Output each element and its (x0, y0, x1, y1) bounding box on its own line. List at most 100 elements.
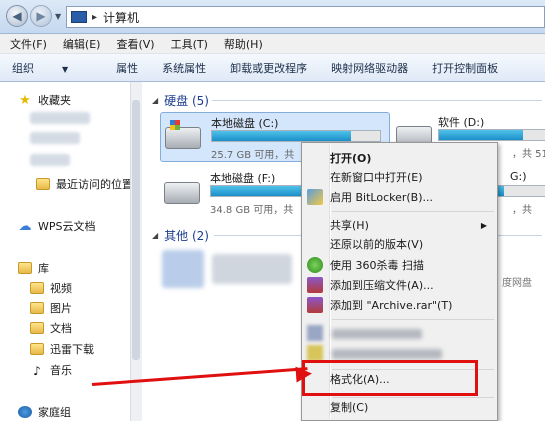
archive-icon (307, 277, 323, 293)
blurred-item (30, 154, 70, 166)
picture-folder-icon (30, 302, 44, 314)
drive-name: G:) (510, 170, 527, 183)
blurred-app-icon (307, 325, 323, 341)
library-icon (18, 262, 32, 274)
annotation-arrow-head (295, 365, 313, 383)
sidebar-item-homegroup[interactable]: 家庭组 (18, 404, 71, 420)
sidebar-label: 图片 (50, 302, 72, 315)
menu-item-open[interactable]: 打开(O) (330, 148, 495, 168)
drive-name: 本地磁盘 (F:) (210, 172, 276, 185)
menu-item-add-rar[interactable]: 添加到 "Archive.rar"(T) (330, 295, 495, 315)
open-control-panel-button[interactable]: 打开控制面板 (432, 60, 498, 76)
forward-arrow-icon: ▶ (36, 9, 46, 23)
command-bar: 组织 ▼ 属性 系统属性 卸载或更改程序 映射网络驱动器 打开控制面板 (0, 54, 545, 82)
homegroup-icon (18, 406, 32, 418)
menu-item-add-zip[interactable]: 添加到压缩文件(A)... (330, 275, 495, 295)
netdisk-label[interactable]: 度网盘 (502, 274, 532, 289)
blurred-item (30, 112, 90, 124)
blurred-menu-item[interactable] (332, 349, 442, 359)
menu-label: 共享(H) (330, 219, 369, 232)
address-bar[interactable]: ▸ 计算机 (66, 6, 545, 28)
title-bar: ◀ ▶ ▼ ▸ 计算机 (0, 0, 545, 34)
menu-bar: 文件(F) 编辑(E) 查看(V) 工具(T) 帮助(H) (0, 34, 545, 54)
sidebar-scroll-thumb[interactable] (132, 100, 140, 360)
sidebar-item-music[interactable]: ♪ 音乐 (30, 362, 72, 378)
sidebar-label: 最近访问的位置 (56, 178, 133, 191)
system-properties-button[interactable]: 系统属性 (162, 60, 206, 76)
organize-button[interactable]: 组织 ▼ (12, 60, 92, 76)
hard-disks-group-header[interactable]: ◢ 硬盘 (5) (152, 92, 209, 109)
shield-icon (307, 189, 323, 205)
blurred-item (30, 132, 80, 144)
organize-label: 组织 (12, 61, 34, 75)
download-folder-icon (30, 343, 44, 355)
sidebar-label: 收藏夹 (38, 94, 71, 107)
sidebar-item-pictures[interactable]: 图片 (30, 300, 72, 316)
drive-free-space: ，共 51. (512, 149, 545, 160)
breadcrumb-separator[interactable]: ▸ (92, 12, 97, 23)
sidebar-label: 音乐 (50, 364, 72, 377)
properties-button[interactable]: 属性 (116, 60, 138, 76)
submenu-arrow-icon: ▶ (480, 220, 487, 230)
group-title: 硬盘 (5) (164, 94, 209, 108)
sidebar-label: 视频 (50, 282, 72, 295)
menu-item-restore[interactable]: 还原以前的版本(V) (330, 234, 495, 254)
menu-file[interactable]: 文件(F) (10, 36, 47, 52)
menu-edit[interactable]: 编辑(E) (63, 36, 101, 52)
uninstall-program-button[interactable]: 卸载或更改程序 (230, 60, 307, 76)
blurred-device-icon[interactable] (162, 250, 204, 288)
group-divider (212, 100, 542, 101)
star-icon: ★ (19, 92, 31, 108)
antivirus-icon (307, 257, 323, 273)
sidebar-label: 库 (38, 262, 49, 275)
navigation-pane: ★ 收藏夹 最近访问的位置 ☁ WPS云文档 库 视频 图片 文档 迅雷下载 ♪… (0, 82, 140, 421)
sidebar-item-documents[interactable]: 文档 (30, 320, 72, 336)
blurred-device-label (212, 254, 292, 284)
forward-button[interactable]: ▶ (30, 5, 52, 27)
archive-icon (307, 297, 323, 313)
menu-item-open-new-window[interactable]: 在新窗口中打开(E) (330, 167, 495, 187)
drive-free-space: 25.7 GB 可用，共 (211, 150, 295, 161)
document-folder-icon (30, 322, 44, 334)
menu-tools[interactable]: 工具(T) (171, 36, 208, 52)
sidebar-item-videos[interactable]: 视频 (30, 280, 72, 296)
recent-places-icon (36, 178, 50, 190)
system-drive-icon (165, 120, 201, 149)
drive-usage-fill (439, 130, 524, 140)
group-title: 其他 (2) (164, 229, 209, 243)
breadcrumb-computer[interactable]: 计算机 (103, 9, 139, 26)
computer-icon (71, 11, 87, 23)
menu-item-bitlocker[interactable]: 启用 BitLocker(B)... (330, 187, 495, 207)
other-group-header[interactable]: ◢ 其他 (2) (152, 227, 209, 244)
back-button[interactable]: ◀ (6, 5, 28, 27)
sidebar-label: 文档 (50, 322, 72, 335)
menu-help[interactable]: 帮助(H) (224, 36, 263, 52)
sidebar-label: WPS云文档 (38, 220, 96, 233)
menu-item-scan-360[interactable]: 使用 360杀毒 扫描 (330, 255, 495, 275)
drive-free-space: ，共 (512, 205, 532, 216)
drive-usage-bar (211, 130, 381, 142)
sidebar-item-library[interactable]: 库 (18, 260, 49, 276)
menu-item-share[interactable]: 共享(H) ▶ (330, 215, 495, 235)
sidebar-item-recent[interactable]: 最近访问的位置 (36, 176, 133, 192)
music-note-icon: ♪ (33, 364, 41, 378)
menu-view[interactable]: 查看(V) (116, 36, 154, 52)
video-folder-icon (30, 282, 44, 294)
sidebar-item-favorites[interactable]: ★ 收藏夹 (18, 92, 71, 108)
menu-item-copy[interactable]: 复制(C) (330, 397, 495, 417)
collapse-triangle-icon: ◢ (152, 231, 159, 240)
menu-separator (332, 211, 494, 212)
drive-usage-fill (212, 131, 352, 141)
blurred-menu-item[interactable] (332, 329, 422, 339)
drive-name: 本地磁盘 (C:) (211, 117, 279, 130)
map-network-drive-button[interactable]: 映射网络驱动器 (331, 60, 408, 76)
blurred-app-icon (307, 345, 323, 361)
highlight-box (302, 360, 478, 396)
sidebar-item-xunlei[interactable]: 迅雷下载 (30, 341, 94, 357)
collapse-triangle-icon: ◢ (152, 96, 159, 105)
back-arrow-icon: ◀ (12, 9, 22, 23)
sidebar-item-wps[interactable]: ☁ WPS云文档 (18, 218, 96, 234)
drive-usage-fill (211, 186, 304, 196)
recent-pages-dropdown-icon[interactable]: ▼ (55, 12, 61, 21)
sidebar-label: 迅雷下载 (50, 343, 94, 356)
